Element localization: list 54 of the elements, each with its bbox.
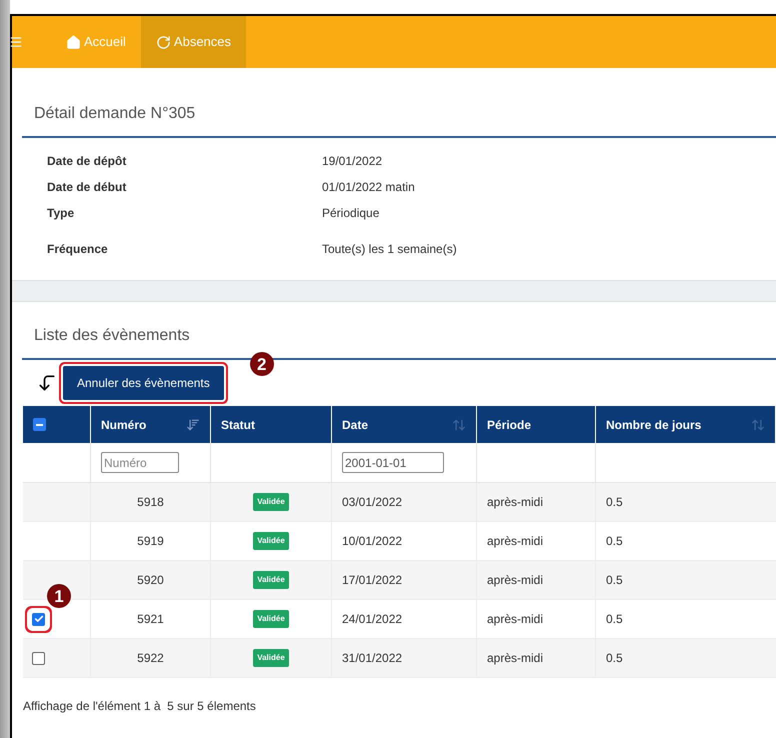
table-cell-text: 0.5 bbox=[606, 650, 623, 667]
row-checkbox[interactable] bbox=[32, 612, 45, 626]
table-cell-text: après-midi bbox=[487, 650, 544, 667]
refresh-icon bbox=[156, 34, 171, 50]
column-header[interactable]: Nombre de jours bbox=[606, 416, 702, 434]
sort-icon[interactable] bbox=[186, 418, 200, 432]
status-badge: Validée bbox=[253, 571, 289, 589]
table-cell-text: après-midi bbox=[487, 572, 544, 589]
column-header[interactable]: Période bbox=[487, 416, 532, 434]
table-cell-text: 5918 bbox=[137, 494, 164, 511]
table-cell-text: 24/01/2022 bbox=[342, 611, 402, 628]
status-badge: Validée bbox=[253, 649, 289, 667]
callout-number: 2 bbox=[250, 352, 274, 376]
field-label: Date de début bbox=[47, 179, 128, 196]
table-cell-text: 0.5 bbox=[606, 494, 623, 511]
column-header[interactable]: Statut bbox=[221, 416, 255, 434]
cancel-events-button[interactable]: Annuler des évènements bbox=[63, 366, 224, 400]
field-label: Type bbox=[47, 205, 76, 222]
table-cell-text: 5920 bbox=[137, 572, 164, 589]
table-cell-text: 0.5 bbox=[606, 572, 623, 589]
column-header[interactable]: Numéro bbox=[101, 416, 146, 434]
table-cell-text: 5922 bbox=[137, 650, 164, 667]
table-cell-text: 31/01/2022 bbox=[342, 650, 402, 667]
field-value: 01/01/2022 matin bbox=[322, 179, 415, 196]
table-cell-text: 0.5 bbox=[606, 533, 623, 550]
table-cell-text: après-midi bbox=[487, 494, 544, 511]
check-icon bbox=[34, 614, 44, 624]
pagination-info: Affichage de l'élément 1 à 5 sur 5 élements bbox=[22, 698, 257, 715]
arrow-icon bbox=[37, 373, 57, 393]
table-cell-text: 0.5 bbox=[606, 611, 623, 628]
status-badge: Validée bbox=[253, 532, 289, 550]
number-filter-field[interactable]: Numéro bbox=[101, 452, 179, 473]
table-cell-text: après-midi bbox=[487, 611, 544, 628]
section-title: Détail demande N°305 bbox=[22, 102, 776, 138]
table-cell-text: 03/01/2022 bbox=[342, 494, 402, 511]
field-label: Date de dépôt bbox=[47, 153, 128, 170]
table-cell-text: 10/01/2022 bbox=[342, 533, 402, 550]
date-filter-field[interactable]: 2001-01-01 bbox=[342, 452, 444, 473]
home-icon bbox=[66, 34, 81, 50]
table-cell-text: 5919 bbox=[137, 533, 164, 550]
row-checkbox[interactable] bbox=[32, 652, 45, 664]
column-header[interactable]: Date bbox=[342, 416, 368, 434]
table-cell-text: après-midi bbox=[487, 533, 544, 550]
menu-icon[interactable] bbox=[9, 35, 23, 49]
status-badge: Validée bbox=[253, 610, 289, 628]
table-cell-text: 17/01/2022 bbox=[342, 572, 402, 589]
callout-number: 1 bbox=[47, 584, 71, 608]
field-label: Fréquence bbox=[47, 241, 109, 258]
field-value: 19/01/2022 bbox=[322, 153, 382, 170]
field-value: Toute(s) les 1 semaine(s) bbox=[322, 241, 457, 258]
table-cell-text: 5921 bbox=[137, 611, 164, 628]
field-value: Périodique bbox=[322, 205, 380, 222]
select-all-checkbox[interactable] bbox=[33, 418, 46, 431]
status-badge: Validée bbox=[253, 493, 289, 511]
